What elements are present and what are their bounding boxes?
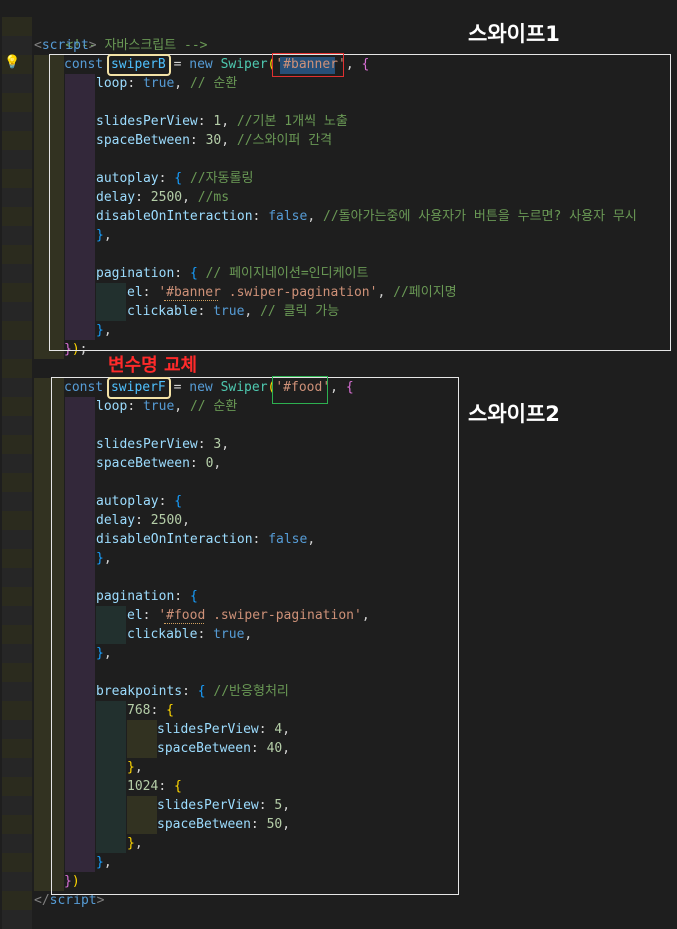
- gutter-line: [2, 321, 32, 340]
- editor-gutter: [0, 0, 34, 929]
- gutter-line: [2, 682, 32, 701]
- gutter-line: [2, 112, 32, 131]
- gutter-line: [2, 853, 32, 872]
- tag-name: script: [41, 38, 89, 53]
- gutter-line: [2, 397, 32, 416]
- gutter-line: [2, 644, 32, 663]
- swipe1-label: 스와이프1: [468, 22, 560, 46]
- gutter-line: [2, 454, 32, 473]
- swipe1-annotation-box: [49, 54, 671, 351]
- gutter-line: [2, 245, 32, 264]
- tag-bracket: >: [88, 38, 97, 53]
- gutter-line: [2, 74, 32, 93]
- gutter-line: [2, 378, 32, 397]
- gutter-line: [2, 17, 32, 36]
- gutter-line: [2, 701, 32, 720]
- gutter-line: [2, 340, 32, 359]
- gutter-line: [2, 511, 32, 530]
- tag-bracket: </: [34, 893, 50, 908]
- lightbulb-icon[interactable]: 💡: [4, 55, 20, 71]
- gutter-line: [2, 131, 32, 150]
- gutter-line: [2, 416, 32, 435]
- gutter-line: [2, 36, 32, 55]
- gutter-line: [2, 264, 32, 283]
- gutter-line: [2, 150, 32, 169]
- selector-highlight-box: [272, 53, 344, 77]
- gutter-line: [2, 530, 32, 549]
- gutter-line: [2, 492, 32, 511]
- gutter-line: [2, 188, 32, 207]
- gutter-line: [2, 568, 32, 587]
- swipe2-label: 스와이프2: [468, 402, 560, 426]
- tag-bracket: >: [96, 893, 105, 908]
- gutter-line: [2, 815, 32, 834]
- gutter-line: [2, 283, 32, 302]
- gutter-line: [2, 834, 32, 853]
- swipe2-annotation-box: [51, 377, 459, 895]
- gutter-line: [2, 758, 32, 777]
- gutter-line: [2, 587, 32, 606]
- gutter-line: [2, 226, 32, 245]
- rename-label: 변수명 교체: [108, 355, 198, 376]
- gutter-line: [2, 359, 32, 378]
- var-highlight-box: [107, 377, 171, 399]
- gutter-line: [2, 891, 32, 910]
- tag-bracket: <: [34, 38, 42, 53]
- gutter-line: [2, 663, 32, 682]
- code-line: <script>: [34, 36, 97, 55]
- gutter-line: [2, 606, 32, 625]
- tag-name: script: [49, 893, 97, 908]
- gutter-line: [2, 625, 32, 644]
- gutter-line: [2, 302, 32, 321]
- gutter-line: [2, 720, 32, 739]
- gutter-line: [2, 93, 32, 112]
- gutter-line: [2, 777, 32, 796]
- gutter-line: [2, 796, 32, 815]
- gutter-line: [2, 739, 32, 758]
- gutter-line: [2, 910, 32, 929]
- gutter-line: [2, 169, 32, 188]
- gutter-line: [2, 435, 32, 454]
- gutter-line: [2, 549, 32, 568]
- gutter-line: [2, 872, 32, 891]
- gutter-line: [2, 473, 32, 492]
- var-highlight-box: [107, 54, 171, 76]
- code-line: <!-- 자바스크립트 -->: [34, 17, 207, 53]
- selector-highlight-box: [272, 376, 328, 404]
- gutter-line: [2, 207, 32, 226]
